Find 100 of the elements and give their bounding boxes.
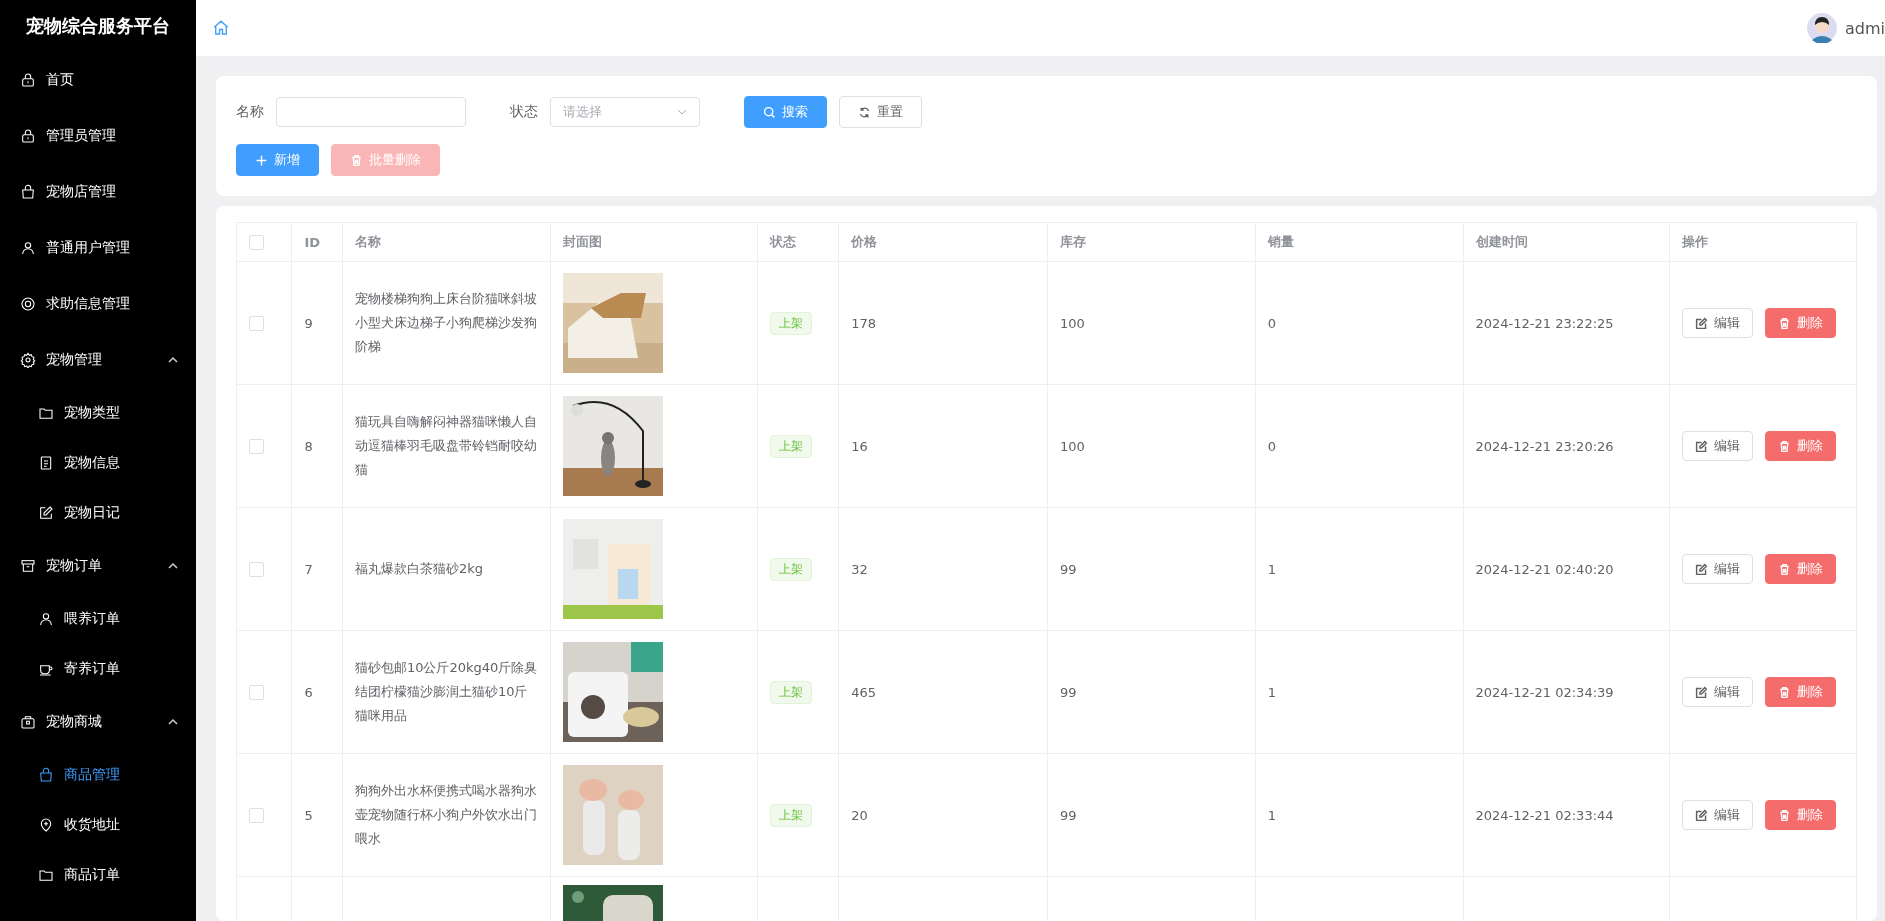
folder-icon: [38, 405, 54, 421]
user-icon: [38, 611, 54, 627]
column-header: 库存: [1047, 222, 1256, 262]
select-all-checkbox[interactable]: [249, 235, 264, 250]
lock-icon: [20, 128, 36, 144]
shopping-bag-icon: [38, 767, 54, 783]
sidebar-item[interactable]: 普通用户管理: [0, 220, 196, 276]
edit-button[interactable]: 编辑: [1682, 677, 1754, 707]
sidebar-item[interactable]: 首页: [0, 52, 196, 108]
row-checkbox[interactable]: [249, 439, 264, 454]
submenu-item[interactable]: 商品订单: [0, 850, 196, 900]
table-cell: 9: [291, 261, 343, 385]
table-cell: 0: [1255, 261, 1463, 385]
column-header: 状态: [757, 222, 839, 262]
table-cell: 2024-12-21 02:40:20: [1463, 507, 1670, 631]
chevron-down-icon: [677, 107, 687, 117]
status-tag: 上架: [770, 803, 813, 827]
table-cell: 2024-12-21 23:20:26: [1463, 384, 1670, 508]
table-cell: 7: [291, 507, 343, 631]
plus-icon: [255, 153, 268, 167]
table-cell: 100: [1047, 261, 1256, 385]
row-checkbox[interactable]: [249, 316, 264, 331]
status-tag: 上架: [770, 434, 813, 458]
table-cell: 16: [838, 384, 1048, 508]
submenu-item[interactable]: 喂养订单: [0, 594, 196, 644]
table-cell: 100: [1047, 384, 1256, 508]
submenu-item[interactable]: 宠物信息: [0, 438, 196, 488]
submenu-item[interactable]: 商品管理: [0, 750, 196, 800]
product-name: 猫玩具自嗨解闷神器猫咪懒人自动逗猫棒羽毛吸盘带铃铛耐咬幼猫: [354, 413, 538, 479]
table-cell: 6: [291, 630, 343, 754]
table-cell: 20: [838, 753, 1048, 877]
row-checkbox[interactable]: [249, 685, 264, 700]
table-cell: 465: [838, 630, 1048, 754]
status-tag: 上架: [770, 680, 813, 704]
lifebuoy-icon: [20, 296, 36, 312]
reset-button[interactable]: 重置: [839, 96, 922, 128]
edit-button[interactable]: 编辑: [1682, 800, 1754, 830]
sidebar-item[interactable]: 管理员管理: [0, 108, 196, 164]
edit-icon: [1695, 439, 1709, 453]
sidebar-item[interactable]: 宠物商城: [0, 694, 196, 750]
trash-icon: [1778, 439, 1792, 453]
chevron-icon: [168, 561, 178, 571]
row-checkbox[interactable]: [249, 808, 264, 823]
avatar[interactable]: [1807, 13, 1837, 43]
trash-icon: [1778, 562, 1792, 576]
name-input[interactable]: [276, 97, 466, 127]
lock-icon: [20, 72, 36, 88]
refresh-icon: [858, 105, 871, 119]
table-cell: 8: [291, 384, 343, 508]
table-cell: 2024-12-21 23:22:25: [1463, 261, 1670, 385]
table-cell: 1: [1255, 630, 1463, 754]
folder-icon: [38, 867, 54, 883]
field-label: 名称: [236, 103, 264, 121]
submenu-item[interactable]: 寄养订单: [0, 644, 196, 694]
table-cell: 2024-12-21 02:33:44: [1463, 753, 1670, 877]
edit-icon: [1695, 808, 1709, 822]
trash-icon: [1778, 685, 1792, 699]
app-title: 宠物综合服务平台: [25, 14, 171, 38]
shop-bag-icon: [20, 714, 36, 730]
table-cell: 0: [1255, 384, 1463, 508]
column-header: 创建时间: [1463, 222, 1670, 262]
field-label: 状态: [510, 103, 538, 121]
edit-button[interactable]: 编辑: [1682, 431, 1754, 461]
submenu-item[interactable]: 宠物类型: [0, 388, 196, 438]
row-checkbox[interactable]: [249, 562, 264, 577]
user-icon: [20, 240, 36, 256]
edit-icon: [38, 505, 54, 521]
home-icon[interactable]: [212, 19, 230, 37]
document-icon: [38, 455, 54, 471]
table-cell: 5: [291, 753, 343, 877]
settings-icon: [20, 352, 36, 368]
edit-button[interactable]: 编辑: [1682, 308, 1754, 338]
table-cell: 99: [1047, 507, 1256, 631]
product-name: 宠物楼梯狗狗上床台阶猫咪斜坡小型犬床边梯子小狗爬梯沙发狗阶梯: [354, 290, 538, 356]
table-cell: 2024-12-21 02:34:39: [1463, 630, 1670, 754]
submenu-item[interactable]: 收货地址: [0, 800, 196, 850]
column-header: ID: [291, 222, 343, 262]
table-cell: 178: [838, 261, 1048, 385]
trash-icon: [1778, 808, 1792, 822]
search-icon: [763, 105, 776, 119]
edit-button[interactable]: 编辑: [1682, 554, 1754, 584]
chevron-icon: [168, 717, 178, 727]
sidebar-item[interactable]: 求助信息管理: [0, 276, 196, 332]
table-cell: 1: [1255, 507, 1463, 631]
column-header: 名称: [342, 222, 551, 262]
status-tag: 上架: [770, 311, 813, 335]
user-name[interactable]: admi: [1845, 18, 1885, 38]
sidebar-item[interactable]: 宠物店管理: [0, 164, 196, 220]
sidebar-item[interactable]: 宠物订单: [0, 538, 196, 594]
product-name: 猫砂包邮10公斤20kg40斤除臭结团柠檬猫沙膨润土猫砂10斤猫咪用品: [354, 659, 538, 725]
archive-box-icon: [20, 558, 36, 574]
edit-icon: [1695, 562, 1709, 576]
chevron-icon: [168, 355, 178, 365]
sidebar-item[interactable]: 宠物管理: [0, 332, 196, 388]
trash-icon: [1778, 316, 1792, 330]
shopping-bag-icon: [20, 184, 36, 200]
submenu-item[interactable]: 宠物日记: [0, 488, 196, 538]
status-tag: 上架: [770, 557, 813, 581]
column-header: 操作: [1669, 222, 1857, 262]
column-header: 价格: [838, 222, 1048, 262]
